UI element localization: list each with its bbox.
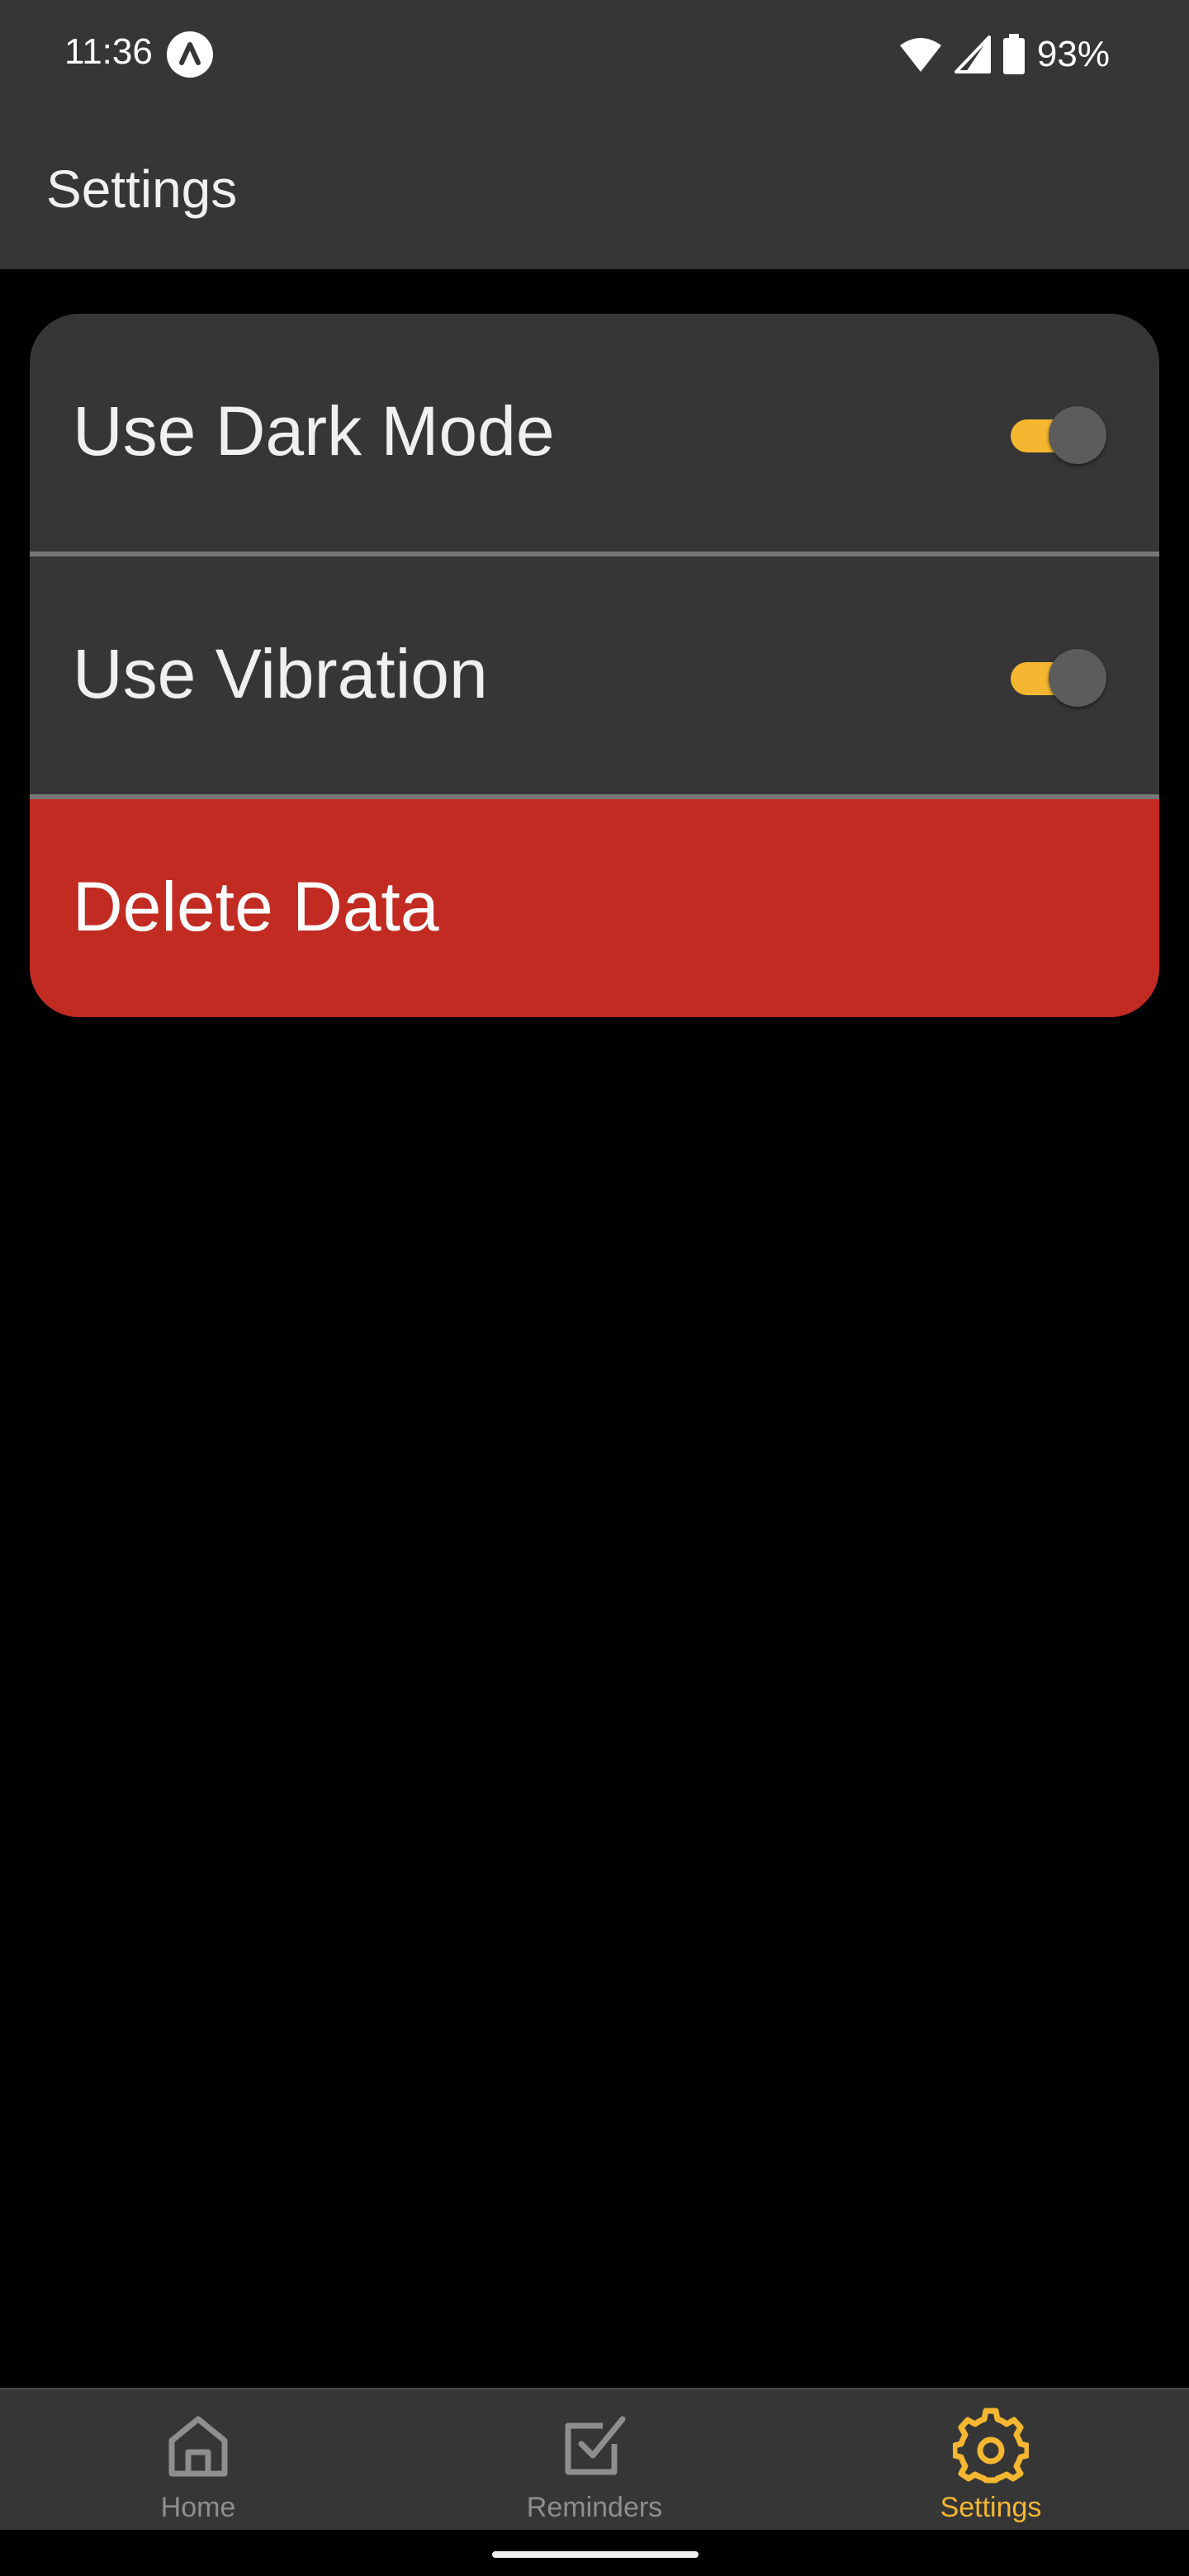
status-icons: 93%	[887, 30, 1110, 79]
vibration-label: Use Vibration	[73, 635, 488, 713]
vibration-toggle-thumb[interactable]	[1049, 649, 1106, 707]
vibration-row[interactable]: Use Vibration	[30, 556, 1159, 794]
nav-item-reminders[interactable]: Reminders	[471, 2389, 718, 2531]
checkbox-icon	[565, 2416, 626, 2475]
battery-icon	[1002, 34, 1025, 74]
dark-mode-toggle[interactable]	[1011, 403, 1110, 464]
nav-label-settings: Settings	[940, 2492, 1042, 2523]
vibration-toggle[interactable]	[1011, 646, 1110, 707]
dark-mode-label: Use Dark Mode	[73, 392, 555, 470]
delete-data-label: Delete Data	[73, 868, 439, 945]
gesture-bar-area	[0, 2530, 1189, 2576]
battery-percentage: 93%	[1036, 34, 1110, 74]
nav-label-home: Home	[160, 2492, 236, 2523]
gear-icon	[953, 2408, 1029, 2484]
delete-data-button[interactable]: Delete Data	[30, 799, 1159, 1017]
dark-mode-row[interactable]: Use Dark Mode	[30, 314, 1159, 552]
app-bar: Settings	[0, 107, 1189, 269]
nav-item-settings[interactable]: Settings	[867, 2389, 1115, 2531]
home-indicator[interactable]	[492, 2551, 699, 2558]
cellular-signal-icon	[954, 36, 991, 73]
dark-mode-toggle-thumb[interactable]	[1049, 406, 1106, 464]
app-notification-icon	[167, 31, 213, 78]
status-bar: 11:36 93%	[0, 0, 1189, 107]
page-title: Settings	[46, 159, 238, 219]
settings-card: Use Dark Mode Use Vibration Delete Data	[30, 314, 1159, 1017]
bottom-navigation: Home Reminders Settings	[0, 2388, 1189, 2531]
nav-label-reminders: Reminders	[526, 2492, 663, 2523]
home-icon	[168, 2416, 228, 2477]
wifi-icon	[899, 38, 941, 72]
nav-item-home[interactable]: Home	[74, 2389, 322, 2531]
status-time: 11:36	[64, 31, 153, 72]
